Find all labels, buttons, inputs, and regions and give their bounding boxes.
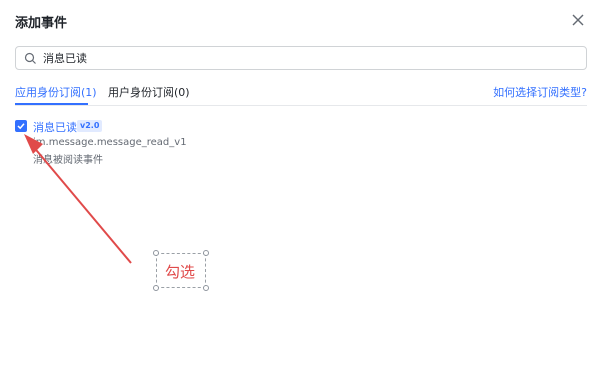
tab-app-subscription[interactable]: 应用身份订阅(1) xyxy=(15,84,97,100)
resize-handle-top-right[interactable] xyxy=(203,250,209,256)
event-checkbox[interactable] xyxy=(15,120,27,132)
event-item: 消息已读 v2.0 im.message.message_read_v1 消息被… xyxy=(15,118,315,168)
resize-handle-bottom-left[interactable] xyxy=(153,285,159,291)
resize-handle-top-left[interactable] xyxy=(153,250,159,256)
annotation-label: 勾选 xyxy=(165,263,196,281)
event-description: 消息被阅读事件 xyxy=(33,155,103,166)
tab-user-subscription[interactable]: 用户身份订阅(0) xyxy=(108,84,190,100)
tab-bar: 应用身份订阅(1) 用户身份订阅(0) 如何选择订阅类型? xyxy=(15,78,587,106)
resize-handle-bottom-right[interactable] xyxy=(203,285,209,291)
subscription-help-link[interactable]: 如何选择订阅类型? xyxy=(493,84,587,100)
annotation-box: 勾选 xyxy=(153,250,209,291)
search-input[interactable] xyxy=(43,49,573,67)
dialog-title: 添加事件 xyxy=(15,16,68,31)
search-box[interactable] xyxy=(15,46,587,70)
checkmark-icon xyxy=(17,123,25,130)
event-key: im.message.message_read_v1 xyxy=(33,137,187,148)
search-icon xyxy=(24,52,36,64)
version-badge: v2.0 xyxy=(77,120,103,132)
add-event-dialog: 添加事件 应用身份订阅(1) 用户身份订阅(0) 如何选择订阅类型? 消息已读 … xyxy=(0,0,600,367)
event-name: 消息已读 xyxy=(33,121,77,134)
close-icon[interactable] xyxy=(569,11,587,29)
active-tab-underline xyxy=(15,103,88,105)
